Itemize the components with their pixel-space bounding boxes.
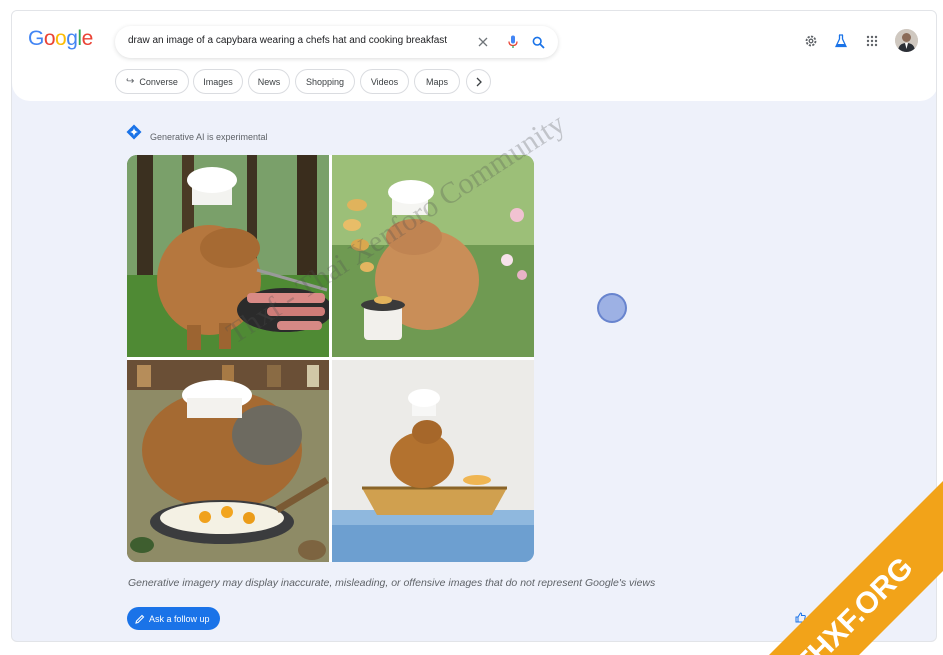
- chip-images[interactable]: Images: [193, 69, 243, 94]
- chips-next-button[interactable]: [466, 69, 491, 94]
- logo-letter: g: [66, 27, 77, 50]
- chevron-right-icon: [475, 77, 483, 87]
- clear-icon[interactable]: [475, 34, 491, 50]
- search-box[interactable]: draw an image of a capybara wearing a ch…: [115, 26, 558, 58]
- browser-frame: Google draw an image of a capybara weari…: [11, 10, 937, 642]
- follow-up-label: Ask a follow up: [149, 614, 210, 624]
- logo-letter: o: [44, 27, 55, 50]
- avatar[interactable]: [895, 29, 918, 52]
- chip-converse[interactable]: ↪ Converse: [115, 69, 189, 94]
- sparkle-icon: [126, 124, 142, 140]
- generated-image-3[interactable]: [127, 360, 329, 562]
- thumbs-up-icon[interactable]: [792, 609, 808, 625]
- chip-news[interactable]: News: [248, 69, 290, 94]
- apps-icon[interactable]: [863, 32, 881, 50]
- generated-image-1[interactable]: [127, 155, 329, 357]
- ask-follow-up-button[interactable]: Ask a follow up: [127, 607, 220, 630]
- ai-experimental-label: Generative AI is experimental: [150, 132, 268, 142]
- search-input[interactable]: draw an image of a capybara wearing a ch…: [128, 35, 447, 46]
- labs-icon[interactable]: [832, 32, 850, 50]
- pencil-icon: [135, 614, 145, 624]
- chip-label: News: [258, 77, 281, 87]
- chip-label: Converse: [139, 77, 178, 87]
- chip-label: Videos: [371, 77, 398, 87]
- chip-shopping[interactable]: Shopping: [295, 69, 355, 94]
- settings-icon[interactable]: [802, 32, 820, 50]
- google-logo[interactable]: Google: [28, 27, 93, 51]
- chip-videos[interactable]: Videos: [360, 69, 409, 94]
- logo-letter: e: [82, 27, 93, 50]
- cursor-indicator: [597, 293, 627, 323]
- chip-maps[interactable]: Maps: [414, 69, 460, 94]
- generated-image-4[interactable]: [332, 360, 534, 562]
- chip-label: Shopping: [306, 77, 344, 87]
- logo-letter: o: [55, 27, 66, 50]
- generative-disclaimer: Generative imagery may display inaccurat…: [128, 577, 655, 589]
- converse-arrow-icon: ↪: [126, 76, 134, 87]
- generated-image-2[interactable]: [332, 155, 534, 357]
- chip-label: Maps: [426, 77, 448, 87]
- generated-image-grid: [127, 155, 534, 562]
- search-icon[interactable]: [530, 34, 546, 50]
- logo-letter: G: [28, 27, 44, 50]
- chip-label: Images: [203, 77, 233, 87]
- search-header: Google draw an image of a capybara weari…: [12, 11, 937, 101]
- mic-icon[interactable]: [505, 34, 521, 50]
